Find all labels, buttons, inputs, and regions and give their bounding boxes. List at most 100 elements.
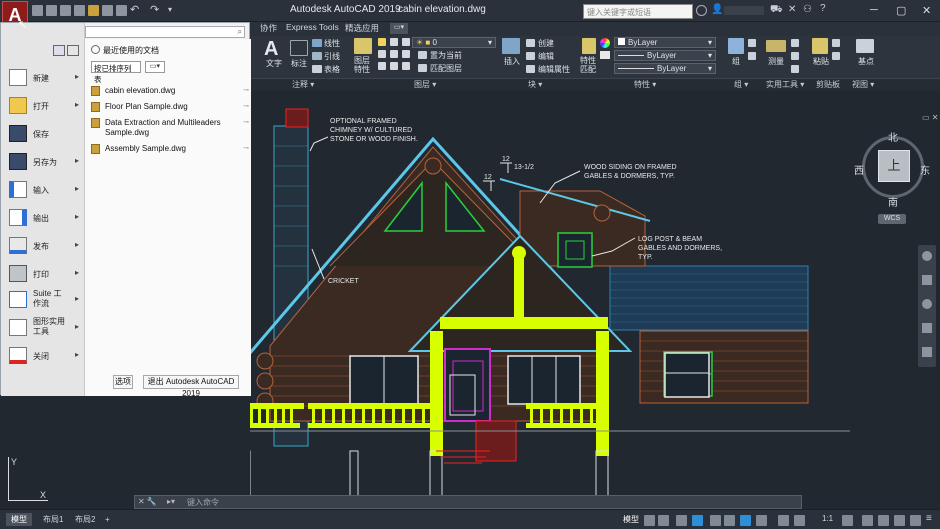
paste-icon[interactable] — [812, 38, 828, 54]
panel-label-groups[interactable]: 组 ▾ — [734, 79, 748, 90]
close-button[interactable]: ✕ — [922, 4, 931, 17]
match-properties-icon[interactable] — [582, 38, 596, 54]
showmotion-icon[interactable] — [922, 347, 932, 357]
linear-icon[interactable] — [312, 39, 322, 47]
panel-label-clipboard[interactable]: 剪贴板 — [816, 79, 840, 90]
dimension-icon[interactable] — [290, 40, 308, 56]
object-snap-icon[interactable] — [740, 515, 751, 526]
units-icon[interactable] — [878, 515, 889, 526]
drawing-canvas[interactable]: OPTIONAL FRAMED CHIMNEY W/ CULTURED STON… — [250, 91, 940, 495]
tab-layout1[interactable]: 布局1 — [38, 513, 68, 526]
layer-bulb-icon[interactable] — [378, 38, 386, 46]
viewport-close-icon[interactable]: ▭ ✕ — [922, 113, 938, 122]
clean-screen-icon[interactable] — [910, 515, 921, 526]
layer-tool-icon[interactable] — [390, 62, 398, 70]
recent-doc-item[interactable]: cabin elevation.dwg ⊸ — [91, 85, 249, 99]
dimension-label[interactable]: 标注 — [291, 58, 307, 69]
compass-north[interactable]: 北 — [888, 129, 898, 144]
new-icon[interactable] — [32, 5, 43, 16]
annotation-scale[interactable]: 1:1 — [822, 514, 833, 523]
orbit-icon[interactable] — [922, 323, 932, 333]
measure-icon[interactable] — [766, 40, 786, 52]
ortho-icon[interactable] — [676, 515, 687, 526]
grid-icon[interactable] — [644, 515, 655, 526]
viewcube-top-face[interactable]: 上 — [878, 150, 910, 182]
viewcube[interactable]: 上 北 南 东 西 WCS — [854, 128, 932, 224]
pin-icon[interactable]: ⊸ — [243, 144, 249, 152]
layer-tool-icon[interactable] — [402, 62, 410, 70]
plot-icon[interactable] — [116, 5, 127, 16]
layer-tool-icon[interactable] — [390, 50, 398, 58]
layer-tool-icon[interactable] — [402, 38, 410, 46]
isodraft-icon[interactable] — [710, 515, 721, 526]
redo-icon[interactable]: ↷ — [150, 3, 159, 16]
sort-dropdown[interactable]: 按已排序列表 — [91, 61, 141, 84]
undo-icon[interactable]: ↶ — [130, 3, 139, 16]
cart-icon[interactable]: ⛟ — [770, 4, 783, 17]
view-mode-dropdown[interactable]: ▭▾ — [145, 61, 165, 73]
create-block-label[interactable]: 创建 — [538, 38, 554, 49]
set-current-icon[interactable] — [418, 51, 427, 59]
table-icon[interactable] — [312, 65, 322, 73]
minimize-button[interactable]: ─ — [870, 4, 878, 16]
quick-properties-icon[interactable] — [894, 515, 905, 526]
pin-icon[interactable]: ⊸ — [243, 118, 249, 126]
match-layer-label[interactable]: 匹配图层 — [430, 63, 462, 74]
recent-doc-item[interactable]: Assembly Sample.dwg ⊸ — [91, 143, 249, 157]
annotation-monitor-icon[interactable] — [862, 515, 873, 526]
open-icon[interactable] — [46, 5, 57, 16]
edit-block-label[interactable]: 编辑 — [538, 51, 554, 62]
menu-item-save[interactable]: 保存 — [5, 121, 83, 147]
auto-scale-icon[interactable] — [794, 515, 805, 526]
utility-tool-icon[interactable] — [791, 52, 799, 60]
menu-item-drawing-utilities[interactable]: 图形实用工具 ▸ — [5, 315, 83, 341]
recent-doc-item[interactable]: Floor Plan Sample.dwg ⊸ — [91, 101, 249, 115]
layer-tool-icon[interactable] — [378, 62, 386, 70]
insert-label[interactable]: 插入 — [504, 56, 520, 67]
compass-east[interactable]: 东 — [920, 162, 930, 177]
pin-icon[interactable]: ⊸ — [243, 102, 249, 110]
open-web-icon[interactable] — [88, 5, 99, 16]
menu-item-new[interactable]: 新建 ▸ — [5, 65, 83, 91]
qat-dropdown-icon[interactable]: ▾ — [168, 5, 172, 14]
saveas-icon[interactable] — [74, 5, 85, 16]
sign-in-field[interactable] — [724, 6, 764, 15]
lineweight-dropdown[interactable]: ByLayer ▾ — [614, 63, 716, 74]
measure-label[interactable]: 测量 — [768, 56, 784, 67]
edit-attribute-icon[interactable] — [526, 65, 535, 73]
menu-item-import[interactable]: 输入 ▸ — [5, 177, 83, 203]
leader-label[interactable]: 引线 — [324, 51, 340, 62]
app-menu-search-input[interactable]: ⌕ — [85, 26, 245, 38]
annotation-visibility-icon[interactable] — [778, 515, 789, 526]
exchange-icon[interactable]: ✕ — [788, 4, 796, 15]
help-icon[interactable]: ? — [820, 3, 826, 14]
tab-model[interactable]: 模型 — [6, 513, 32, 526]
group-label[interactable]: 组 — [732, 56, 740, 67]
leader-icon[interactable] — [312, 52, 322, 60]
group-tool-icon[interactable] — [748, 39, 756, 47]
utility-tool-icon[interactable] — [791, 39, 799, 47]
save-icon[interactable] — [60, 5, 71, 16]
insert-block-icon[interactable] — [502, 38, 520, 54]
menu-item-export[interactable]: 输出 ▸ — [5, 205, 83, 231]
panel-label-layers[interactable]: 图层 ▾ — [414, 79, 436, 90]
tab-featured-apps[interactable]: 精选应用 — [345, 22, 379, 34]
menu-item-suite-workflow[interactable]: Suite 工作流 ▸ — [5, 287, 83, 313]
open-docs-icon[interactable] — [67, 45, 79, 56]
snap-icon[interactable] — [658, 515, 669, 526]
lineweight-icon[interactable] — [756, 515, 767, 526]
save-web-icon[interactable] — [102, 5, 113, 16]
menu-item-open[interactable]: 打开 ▸ — [5, 93, 83, 119]
exit-autocad-button[interactable]: 退出 Autodesk AutoCAD 2019 — [143, 375, 239, 398]
menu-item-print[interactable]: 打印 ▸ — [5, 261, 83, 287]
ribbon-minimize-icon[interactable]: ▭▾ — [390, 23, 408, 34]
layer-properties-label[interactable]: 图层 特性 — [354, 56, 370, 74]
panel-label-annotation[interactable]: 注释 ▾ — [292, 79, 314, 90]
text-label[interactable]: 文字 — [266, 58, 282, 69]
color-dropdown[interactable]: ByLayer ▾ — [614, 37, 716, 48]
edit-attribute-label[interactable]: 编辑属性 — [538, 64, 570, 75]
cut-icon[interactable] — [832, 52, 840, 60]
recent-doc-item[interactable]: Data Extraction and Multileaders Sample.… — [91, 117, 249, 141]
layer-tool-icon[interactable] — [402, 50, 410, 58]
command-input[interactable]: 键入命令 — [187, 497, 219, 508]
